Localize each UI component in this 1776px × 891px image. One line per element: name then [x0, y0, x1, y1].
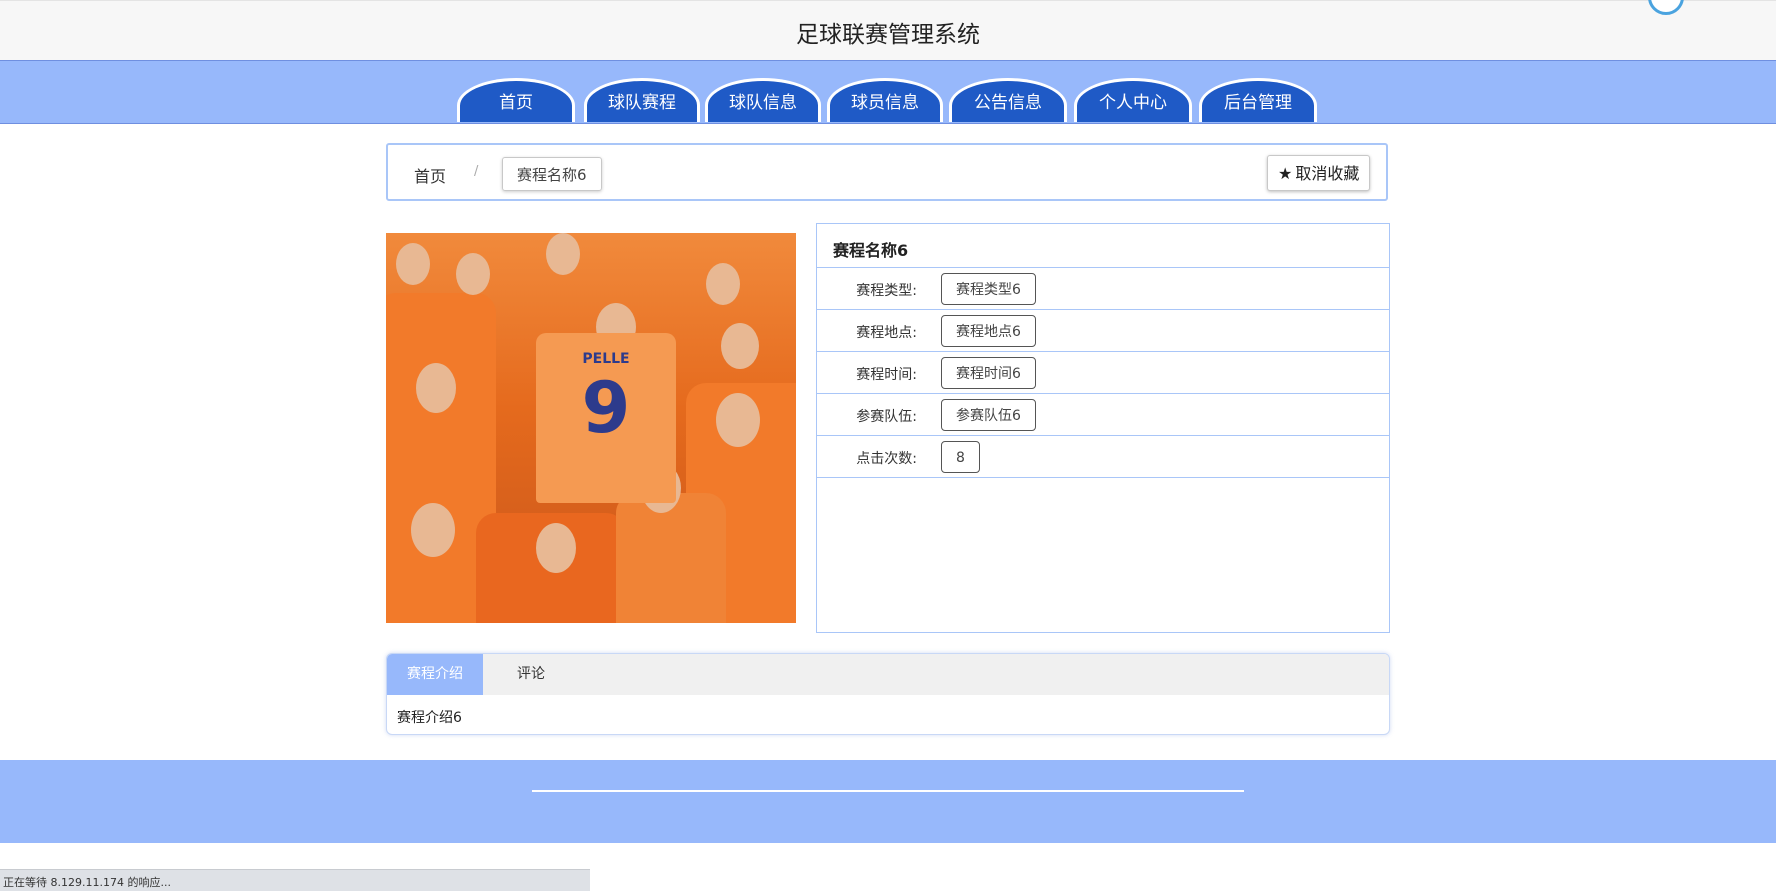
footer — [0, 760, 1776, 843]
detail-label: 点击次数: — [856, 451, 917, 467]
breadcrumb: 首页 / 赛程名称6 ★ 取消收藏 — [386, 143, 1388, 201]
unfavorite-button-label: 取消收藏 — [1295, 164, 1360, 183]
match-photo: PELLE 9 — [386, 233, 796, 623]
breadcrumb-home-link[interactable]: 首页 — [414, 163, 446, 187]
unfavorite-button[interactable]: ★ 取消收藏 — [1267, 155, 1371, 191]
avatar[interactable] — [1648, 0, 1684, 15]
tab-comments[interactable]: 评论 — [483, 654, 579, 695]
status-text: 正在等待 8.129.11.174 的响应... — [3, 876, 171, 889]
star-icon: ★ — [1278, 164, 1293, 183]
detail-value-clicks: 8 — [941, 441, 980, 473]
tab-content: 赛程介绍6 — [397, 710, 462, 726]
jersey-name: PELLE — [582, 351, 630, 367]
detail-value-location: 赛程地点6 — [941, 315, 1036, 347]
nav-item-player-info[interactable]: 球员信息 — [827, 78, 943, 122]
detail-label: 参赛队伍: — [856, 409, 917, 425]
nav-item-announcements[interactable]: 公告信息 — [949, 78, 1067, 122]
detail-value-time: 赛程时间6 — [941, 357, 1036, 389]
tab-intro[interactable]: 赛程介绍 — [387, 654, 483, 695]
nav-item-home[interactable]: 首页 — [457, 78, 575, 122]
main-nav: 首页 球队赛程 球队信息 球员信息 公告信息 个人中心 后台管理 — [0, 60, 1776, 124]
match-detail-panel: 赛程名称6 赛程类型: 赛程类型6 赛程地点: 赛程地点6 赛程时间: 赛程时间… — [816, 223, 1390, 633]
detail-row-teams: 参赛队伍: 参赛队伍6 — [817, 393, 1389, 436]
detail-value-teams: 参赛队伍6 — [941, 399, 1036, 431]
detail-row-location: 赛程地点: 赛程地点6 — [817, 309, 1389, 352]
detail-row-type: 赛程类型: 赛程类型6 — [817, 267, 1389, 310]
tab-header: 赛程介绍 评论 — [387, 654, 1389, 695]
nav-item-admin[interactable]: 后台管理 — [1199, 78, 1317, 122]
breadcrumb-separator: / — [474, 164, 479, 179]
nav-item-team-schedule[interactable]: 球队赛程 — [584, 78, 700, 122]
site-title: 足球联赛管理系统 — [796, 22, 980, 48]
jersey: PELLE 9 — [536, 333, 676, 503]
detail-label: 赛程时间: — [856, 367, 917, 383]
browser-status-bar: 正在等待 8.129.11.174 的响应... — [0, 869, 590, 891]
match-title: 赛程名称6 — [833, 241, 909, 260]
detail-label: 赛程地点: — [856, 325, 917, 341]
nav-item-team-info[interactable]: 球队信息 — [705, 78, 821, 122]
nav-item-personal-center[interactable]: 个人中心 — [1074, 78, 1192, 122]
footer-divider — [532, 790, 1244, 792]
divider — [817, 477, 1389, 478]
breadcrumb-current: 赛程名称6 — [502, 157, 602, 191]
jersey-number: 9 — [581, 367, 631, 449]
detail-row-clicks: 点击次数: 8 — [817, 435, 1389, 478]
title-bar: 足球联赛管理系统 — [0, 0, 1776, 61]
detail-label: 赛程类型: — [856, 283, 917, 299]
detail-value-type: 赛程类型6 — [941, 273, 1036, 305]
detail-tabs: 赛程介绍 评论 赛程介绍6 — [386, 653, 1390, 735]
detail-row-time: 赛程时间: 赛程时间6 — [817, 351, 1389, 394]
